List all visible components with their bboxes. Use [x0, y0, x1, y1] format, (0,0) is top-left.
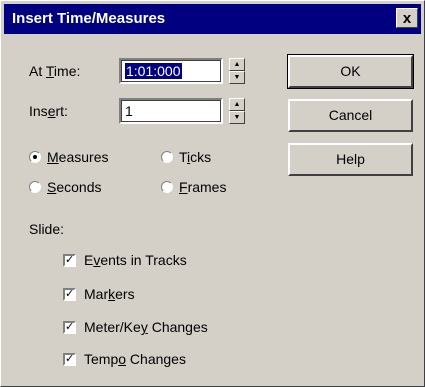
spin-down-icon[interactable]: ▼ — [229, 71, 245, 84]
at-time-spinner[interactable]: ▲ ▼ — [229, 58, 245, 84]
events-in-tracks-label: Events in Tracks — [84, 252, 187, 268]
cancel-button[interactable]: Cancel — [288, 99, 413, 132]
radio-icon[interactable] — [161, 151, 173, 163]
title-bar[interactable]: Insert Time/Measures x — [4, 4, 421, 34]
radio-seconds[interactable]: Seconds — [29, 179, 102, 195]
insert-time-measures-dialog: Insert Time/Measures x At Time: 1:01:000… — [0, 0, 425, 387]
checkbox-meter-key-changes[interactable]: ✓ Meter/Key Changes — [63, 319, 208, 335]
radio-selected-icon[interactable] — [29, 151, 41, 163]
ok-button[interactable]: OK — [287, 54, 414, 89]
insert-spinner[interactable]: ▲ ▼ — [229, 98, 245, 124]
at-time-value: 1:01:000 — [125, 63, 182, 79]
checkmark-icon[interactable]: ✓ — [63, 352, 76, 366]
radio-ticks[interactable]: Ticks — [161, 149, 211, 165]
checkmark-icon[interactable]: ✓ — [63, 320, 76, 334]
insert-value: 1 — [125, 103, 133, 119]
spin-up-icon[interactable]: ▲ — [229, 98, 245, 111]
radio-measures[interactable]: Measures — [29, 149, 108, 165]
radio-measures-label: Measures — [47, 149, 109, 165]
at-time-label: At Time: — [29, 63, 81, 79]
at-time-input[interactable]: 1:01:000 — [119, 58, 223, 84]
radio-frames[interactable]: Frames — [161, 179, 226, 195]
spin-up-icon[interactable]: ▲ — [229, 58, 245, 71]
meter-key-changes-label: Meter/Key Changes — [84, 319, 208, 335]
close-button[interactable]: x — [396, 8, 418, 28]
radio-seconds-label: Seconds — [47, 179, 102, 195]
insert-label: Insert: — [29, 103, 68, 119]
tempo-changes-label: Tempo Changes — [84, 351, 186, 367]
radio-ticks-label: Ticks — [179, 149, 212, 165]
radio-icon[interactable] — [29, 181, 41, 193]
markers-label: Markers — [84, 286, 135, 302]
checkmark-icon[interactable]: ✓ — [63, 287, 76, 301]
checkbox-markers[interactable]: ✓ Markers — [63, 286, 135, 302]
checkbox-events-in-tracks[interactable]: ✓ Events in Tracks — [63, 252, 187, 268]
help-button[interactable]: Help — [288, 143, 413, 176]
slide-label: Slide: — [29, 221, 65, 237]
spin-down-icon[interactable]: ▼ — [229, 111, 245, 124]
radio-frames-label: Frames — [179, 179, 227, 195]
close-icon: x — [402, 10, 412, 27]
insert-input[interactable]: 1 — [119, 98, 223, 124]
checkbox-tempo-changes[interactable]: ✓ Tempo Changes — [63, 351, 186, 367]
radio-icon[interactable] — [161, 181, 173, 193]
dialog-title: Insert Time/Measures — [12, 10, 166, 27]
checkmark-icon[interactable]: ✓ — [63, 253, 76, 267]
